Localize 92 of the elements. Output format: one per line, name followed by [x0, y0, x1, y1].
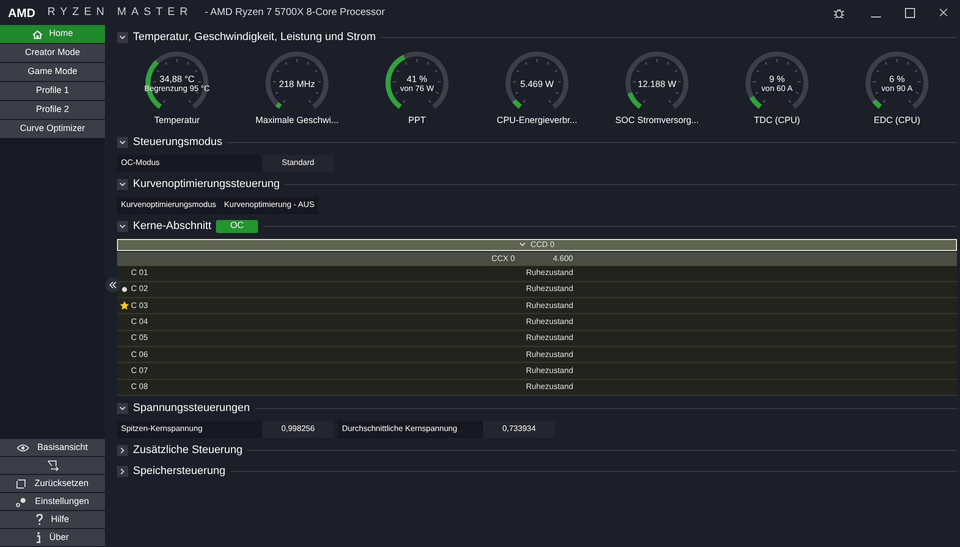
gauge-label: Maximale Geschwi...: [255, 114, 339, 127]
field-label: Spitzen-Kernspannung: [117, 420, 262, 438]
section-title: Steuerungsmodus: [133, 134, 222, 150]
profile-switch-icon: [46, 460, 58, 471]
gauge-limit: von 90 A: [881, 84, 913, 94]
chevron-icon[interactable]: [117, 32, 128, 43]
core-name: C 01: [131, 267, 149, 280]
meter-fill: [872, 99, 882, 109]
field-value: 0,998256: [262, 420, 334, 438]
core-state: Ruhezustand: [526, 316, 574, 328]
field-value: Kurvenoptimierung - AUS: [220, 196, 318, 214]
gauge-label: TDC (CPU): [754, 114, 800, 127]
core-name: C 05: [131, 332, 149, 344]
section-title: Speichersteuerung: [133, 464, 226, 480]
section-title: Kerne-Abschnitt: [133, 218, 212, 234]
section-title: Temperatur, Geschwindigkeit, Leistung und Strom: [133, 30, 376, 46]
sidebar-button[interactable]: Hilfe: [0, 511, 105, 528]
core-name: C 06: [131, 348, 149, 361]
gauge-limit: von 60 A: [761, 84, 793, 94]
sidebar-button[interactable]: Über: [0, 529, 105, 546]
brand-logo: AMD: [8, 4, 36, 22]
field-value: Standard: [262, 154, 334, 172]
gauge-label: SOC Stromversorg...: [615, 114, 699, 127]
collapse-icon[interactable]: [105, 277, 121, 293]
core-name: C 03: [131, 300, 149, 312]
chevron-icon[interactable]: [117, 178, 128, 190]
bug-icon[interactable]: [833, 6, 845, 18]
gauge-value: 12.188 W: [638, 79, 676, 89]
sidebar-button[interactable]: Basisansicht: [0, 439, 105, 456]
gauge-limit: von 76 W: [400, 84, 434, 94]
sidebar-button[interactable]: Zurücksetzen: [0, 475, 105, 492]
section-title: Zusätzliche Steuerung: [133, 443, 242, 458]
eye-icon: [17, 444, 30, 452]
gear-icon: [16, 496, 27, 506]
chevron-icon[interactable]: [117, 136, 128, 148]
info-icon: [36, 532, 42, 543]
chevron-icon[interactable]: [117, 220, 128, 232]
core-state: Ruhezustand: [526, 381, 574, 394]
section-title: Spannungssteuerungen: [133, 401, 250, 416]
field-value: 0,733934: [483, 420, 555, 438]
field-label: OC-Modus: [117, 154, 262, 172]
maximize-icon[interactable]: [905, 8, 915, 18]
meter-fill: [275, 102, 282, 109]
ccx-label: CCX 0: [490, 252, 515, 264]
nav-item[interactable]: Profile 1: [0, 82, 105, 100]
nav-item[interactable]: Home: [0, 25, 105, 43]
gauge-value: 218 MHz: [278, 79, 315, 89]
gauge-label: PPT: [408, 114, 426, 127]
core-state: Ruhezustand: [526, 300, 574, 312]
field-label: Kurvenoptimierungsmodus: [117, 196, 220, 214]
field-label: Durchschnittliche Kernspannung: [338, 420, 483, 438]
gauge-value: 6 %: [889, 74, 905, 84]
core-state: Ruhezustand: [526, 267, 574, 280]
sidebar-button[interactable]: Einstellungen: [0, 493, 105, 510]
ccd-header[interactable]: CCD 0: [117, 238, 957, 250]
core-name: C 08: [131, 381, 149, 394]
nav-item[interactable]: Profile 2: [0, 101, 105, 119]
help-icon: [36, 514, 43, 525]
nav-item[interactable]: Creator Mode: [0, 44, 105, 62]
core-state: Ruhezustand: [526, 332, 574, 344]
core-state: Ruhezustand: [526, 283, 574, 296]
meter-fill: [628, 92, 642, 109]
gauge-value: 34,88 °C: [159, 74, 195, 84]
reset-icon: [16, 478, 26, 488]
ccx-frequency: 4.600: [552, 252, 573, 264]
gauge-label: Temperatur: [154, 114, 200, 127]
core-name: C 02: [131, 283, 149, 296]
section-title: Kurvenoptimierungssteuerung: [133, 176, 280, 192]
dot-icon: [122, 286, 126, 292]
chevron-icon: [519, 242, 526, 247]
window-title: - AMD Ryzen 7 5700X 8-Core Processor: [204, 6, 385, 20]
meter-fill: [512, 99, 522, 109]
gauge-label: CPU-Energieverbr...: [496, 114, 578, 127]
chevron-icon[interactable]: [117, 444, 128, 456]
nav-item[interactable]: Game Mode: [0, 63, 105, 81]
core-name: C 04: [131, 316, 149, 328]
close-icon[interactable]: [939, 8, 948, 17]
chevron-icon[interactable]: [117, 402, 128, 414]
gauge-value: 9 %: [769, 74, 785, 84]
gauge-value: 41 %: [406, 74, 428, 84]
chevron-icon[interactable]: [117, 466, 128, 477]
core-state: Ruhezustand: [526, 348, 574, 361]
meter-fill: [750, 96, 762, 109]
core-name: C 07: [131, 364, 149, 377]
home-icon: [32, 30, 43, 38]
app-name: RYZEN MASTER: [47, 5, 193, 20]
star-icon: [120, 301, 128, 310]
mode-badge: OC: [216, 220, 258, 232]
nav-item[interactable]: Curve Optimizer: [0, 120, 105, 138]
core-state: Ruhezustand: [526, 364, 574, 377]
gauge-value: 5.469 W: [520, 79, 554, 89]
gauge-label: EDC (CPU): [874, 114, 920, 127]
